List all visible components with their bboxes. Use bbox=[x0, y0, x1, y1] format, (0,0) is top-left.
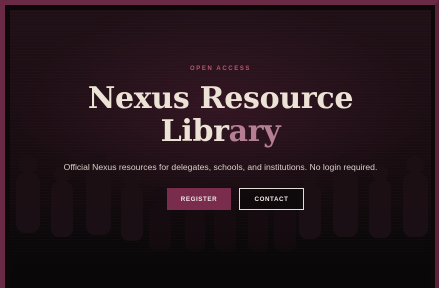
title-line-2: Library bbox=[10, 115, 431, 148]
hero-subtitle: Official Nexus resources for delegates, … bbox=[63, 162, 378, 172]
title-accent-text: ary bbox=[228, 114, 281, 149]
page-title: Nexus Resource Library bbox=[10, 82, 431, 148]
page-frame: OPEN ACCESS Nexus Resource Library Offic… bbox=[0, 0, 439, 288]
register-button[interactable]: REGISTER bbox=[167, 188, 231, 210]
hero-section: OPEN ACCESS Nexus Resource Library Offic… bbox=[10, 10, 431, 288]
bottom-fade bbox=[10, 238, 431, 288]
contact-button[interactable]: CONTACT bbox=[239, 188, 304, 210]
title-line-2-main: Libr bbox=[160, 114, 229, 149]
eyebrow-label: OPEN ACCESS bbox=[189, 66, 252, 72]
title-line-1: Nexus Resource bbox=[87, 81, 354, 116]
